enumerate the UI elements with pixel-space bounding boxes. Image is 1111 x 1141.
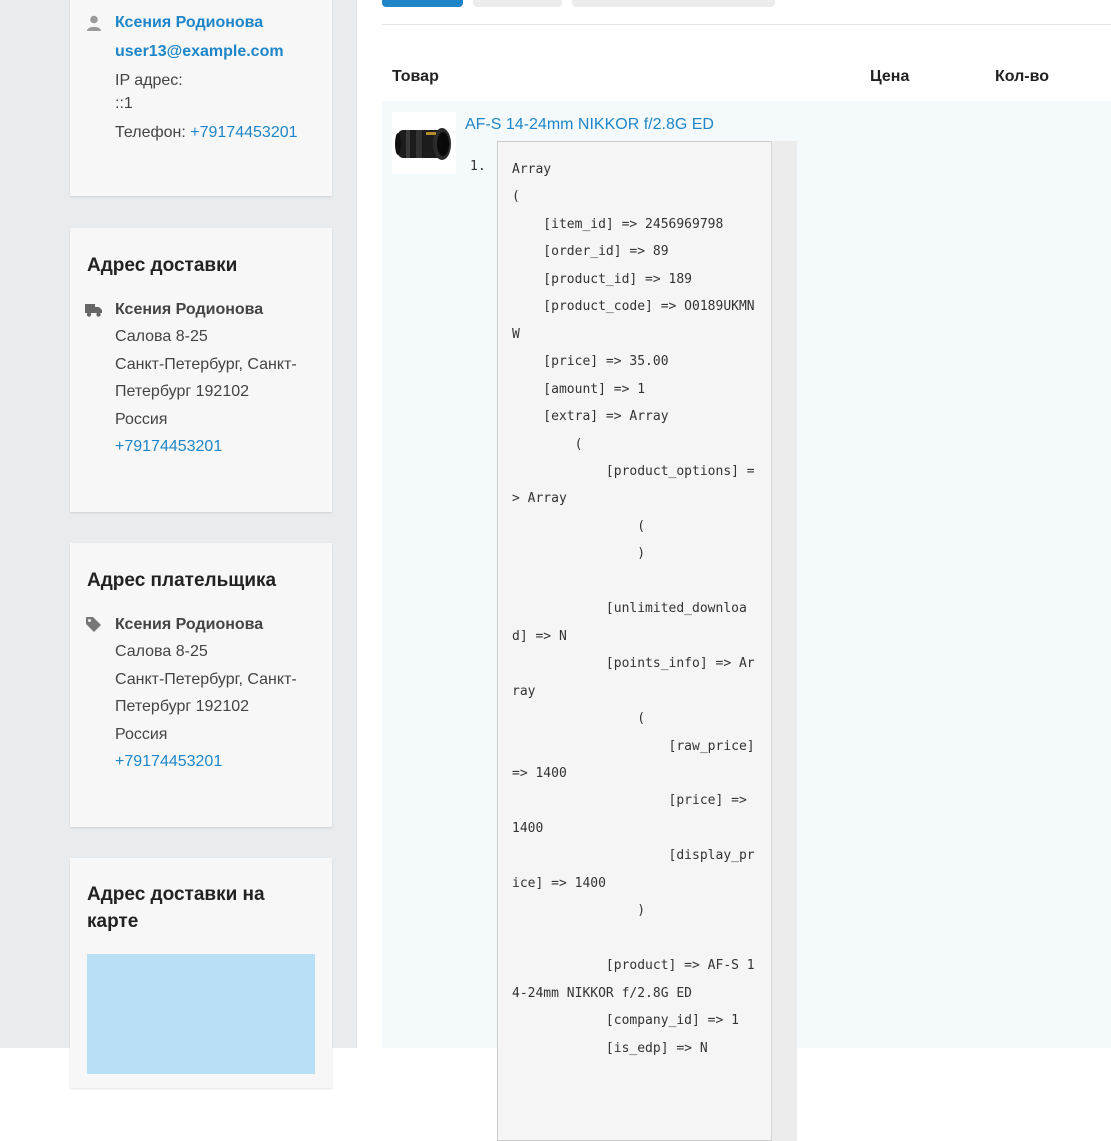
billing-street: Салова 8-25 xyxy=(115,643,208,660)
customer-email-link[interactable]: user13@example.com xyxy=(115,43,284,61)
column-header-price[interactable]: Цена xyxy=(870,68,909,86)
billing-city-line2: Петербург 192102 xyxy=(115,698,250,715)
billing-city-line1: Санкт-Петербург, Санкт- xyxy=(115,671,297,688)
product-name-link[interactable]: AF-S 14-24mm NIKKOR f/2.8G ED xyxy=(465,116,714,134)
sidebar: Ксения Родионова user13@example.com IP а… xyxy=(0,0,357,1088)
ip-label: IP адрес: xyxy=(115,72,183,89)
billing-phone-link[interactable]: +79174453201 xyxy=(115,753,222,771)
shipping-address-card: Адрес доставки Ксения Родионова Салова 8… xyxy=(70,228,332,512)
billing-country: Россия xyxy=(115,726,168,743)
customer-name-link[interactable]: Ксения Родионова xyxy=(115,14,263,32)
ip-value: ::1 xyxy=(115,95,133,112)
shipping-street: Салова 8-25 xyxy=(115,328,208,345)
column-header-qty[interactable]: Кол-во xyxy=(995,68,1049,86)
product-thumbnail[interactable] xyxy=(392,112,456,174)
shipping-name: Ксения Родионова xyxy=(115,301,264,318)
customer-phone-link[interactable]: +79174453201 xyxy=(190,124,297,141)
phone-label: Телефон: xyxy=(115,124,186,141)
tag-icon xyxy=(86,617,101,632)
main-content: Товар Цена Кол-во AF-S 14-24mm NIKKOR f/… xyxy=(357,0,1111,1141)
billing-address-card: Адрес плательщика Ксения Родионова Салов… xyxy=(70,543,332,827)
delivery-map[interactable] xyxy=(87,954,315,1074)
divider xyxy=(382,24,1111,25)
shipping-country: Россия xyxy=(115,411,168,428)
list-number: 1. xyxy=(470,159,486,174)
table-row: AF-S 14-24mm NIKKOR f/2.8G ED 1. Array (… xyxy=(382,101,1111,1141)
column-header-product[interactable]: Товар xyxy=(392,68,439,86)
truck-icon xyxy=(85,304,102,317)
primary-tab-button[interactable] xyxy=(382,0,463,7)
shipping-city-line2: Петербург 192102 xyxy=(115,383,250,400)
tertiary-tab-button[interactable] xyxy=(572,0,775,7)
customer-card: Ксения Родионова user13@example.com IP а… xyxy=(70,0,332,196)
camera-lens-image xyxy=(395,128,451,160)
billing-card-title: Адрес плательщика xyxy=(87,570,277,591)
shipping-phone-link[interactable]: +79174453201 xyxy=(115,438,222,456)
shipping-card-title: Адрес доставки xyxy=(87,255,238,276)
user-icon xyxy=(87,15,101,31)
secondary-tab-button[interactable] xyxy=(473,0,562,7)
pre-scrollbar[interactable] xyxy=(771,141,797,1141)
phone-row: Телефон: +79174453201 xyxy=(115,124,298,142)
map-card-title-line1: Адрес доставки на xyxy=(87,884,265,905)
debug-array-dump: Array ( [item_id] => 2456969798 [order_i… xyxy=(497,141,771,1141)
shipping-city-line1: Санкт-Петербург, Санкт- xyxy=(115,356,297,373)
map-card: Адрес доставки на карте xyxy=(70,858,332,1088)
map-card-title-line2: карте xyxy=(87,911,139,932)
billing-name: Ксения Родионова xyxy=(115,616,264,633)
